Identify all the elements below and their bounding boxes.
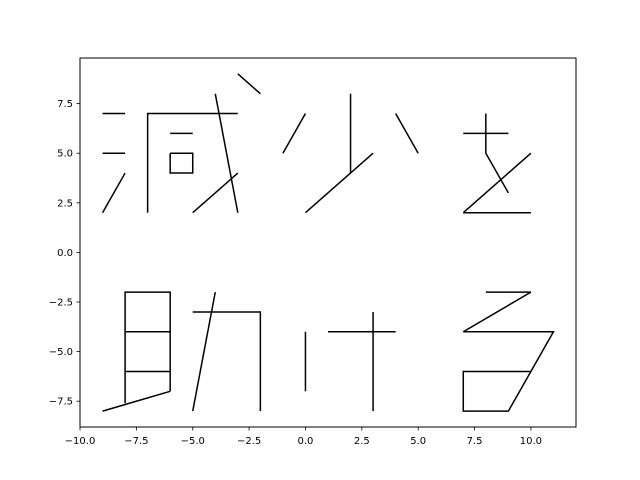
line-segment-8 bbox=[237, 73, 261, 95]
line-segment-14 bbox=[485, 113, 510, 194]
x-tick-label: −10.0 bbox=[65, 436, 96, 447]
x-tick-label: 0.0 bbox=[298, 436, 314, 447]
line-segment-5 bbox=[169, 152, 194, 174]
chart: −10.0 −7.5 −5.0 −2.5 0.0 2.5 5.0 7.5 10.0 −7.5 −5… bbox=[49, 57, 577, 447]
x-tick-label: −7.5 bbox=[124, 436, 148, 447]
x-tick-label: −2.5 bbox=[237, 436, 261, 447]
x-tick-label: 5.0 bbox=[410, 436, 426, 447]
y-tick-label: −7.5 bbox=[49, 397, 73, 408]
y-tick-label: 7.5 bbox=[57, 99, 73, 110]
x-tick-label: 7.5 bbox=[467, 436, 483, 447]
line-segment-7 bbox=[214, 93, 239, 213]
x-axis: −10.0 −7.5 −5.0 −2.5 0.0 2.5 5.0 7.5 10.0 bbox=[65, 427, 542, 447]
line-segment-22 bbox=[191, 291, 217, 412]
line-segment-28 bbox=[462, 331, 555, 412]
line-segment-2 bbox=[101, 172, 126, 214]
line-segment-15 bbox=[462, 152, 532, 214]
y-tick-label: 0.0 bbox=[57, 248, 73, 259]
y-axis: −7.5 −5.0 −2.5 0.0 2.5 5.0 7.5 bbox=[49, 99, 80, 408]
y-tick-label: −5.0 bbox=[49, 347, 73, 358]
line-segment-9 bbox=[282, 113, 307, 154]
line-segment-20 bbox=[102, 390, 171, 412]
line-segment-11 bbox=[304, 152, 374, 214]
y-tick-label: 2.5 bbox=[57, 198, 73, 209]
x-tick-label: 2.5 bbox=[354, 436, 370, 447]
x-tick-label: 10.0 bbox=[520, 436, 542, 447]
line-segment-12 bbox=[394, 113, 419, 154]
x-tick-label: −5.0 bbox=[181, 436, 205, 447]
y-tick-label: 5.0 bbox=[57, 149, 73, 160]
line-segment-27 bbox=[462, 291, 532, 333]
y-tick-label: −2.5 bbox=[49, 298, 73, 309]
line-segment-17 bbox=[124, 291, 171, 404]
plot-lines bbox=[101, 73, 555, 412]
